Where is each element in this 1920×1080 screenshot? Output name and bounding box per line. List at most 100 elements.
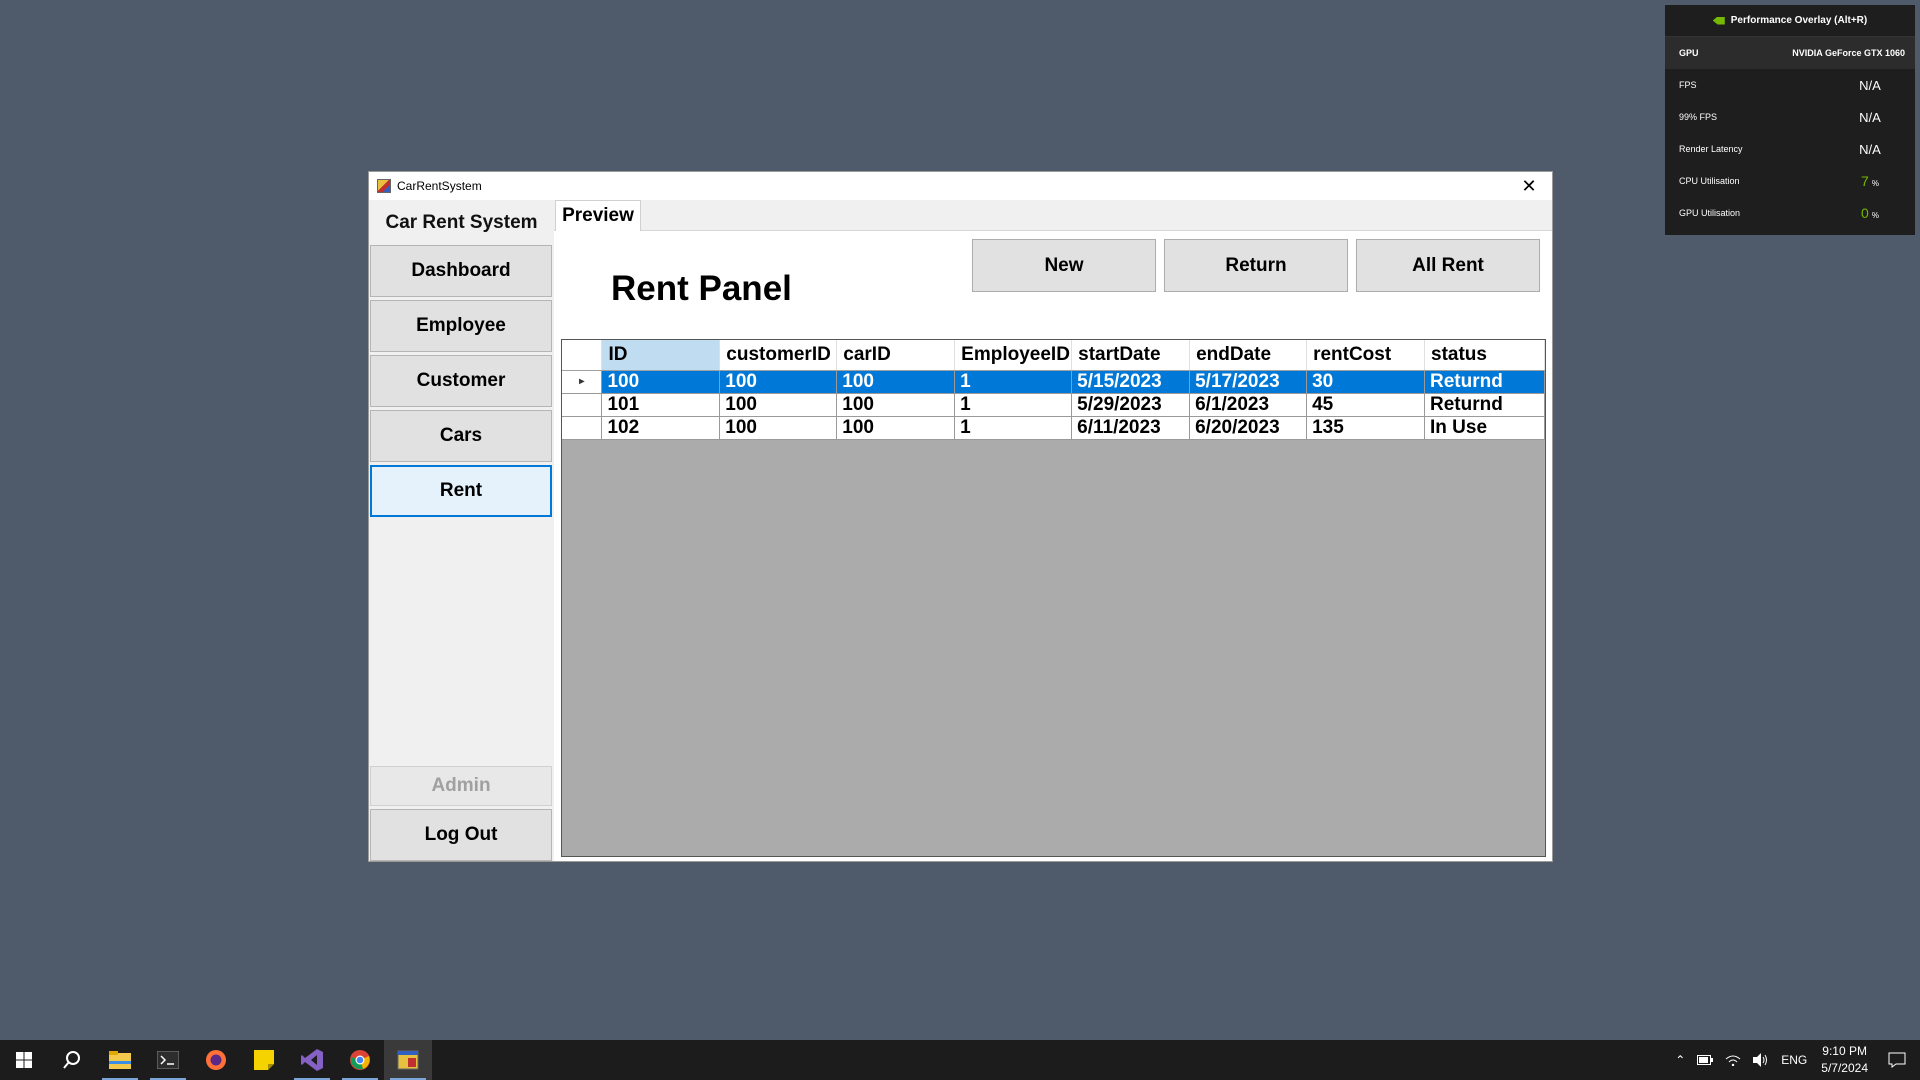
cell-startdate[interactable]: 6/11/2023: [1071, 416, 1191, 440]
window-title: CarRentSystem: [397, 179, 482, 193]
cell-rentcost[interactable]: 45: [1306, 393, 1425, 417]
cell-employeeid[interactable]: 1: [954, 393, 1073, 417]
sidebar: Car Rent System Dashboard Employee Custo…: [369, 200, 554, 861]
cell-carid[interactable]: 100: [836, 393, 956, 417]
cell-carid[interactable]: 100: [836, 370, 956, 394]
taskbar: ⌃ ENG 9:10 PM 5/7/2024: [0, 1040, 1920, 1080]
taskbar-sticky-notes[interactable]: [240, 1040, 288, 1080]
cell-employeeid[interactable]: 1: [954, 416, 1073, 440]
taskbar-chrome[interactable]: [336, 1040, 384, 1080]
cell-id[interactable]: 100: [601, 370, 721, 394]
column-header-enddate[interactable]: endDate: [1189, 340, 1308, 371]
rent-data-grid[interactable]: ID customerID carID EmployeeID startDate…: [561, 339, 1546, 857]
cell-rentcost[interactable]: 135: [1306, 416, 1425, 440]
overlay-row-gpu-util: GPU Utilisation 0%: [1665, 197, 1915, 229]
column-header-status[interactable]: status: [1424, 340, 1545, 371]
clock[interactable]: 9:10 PM 5/7/2024: [1821, 1043, 1868, 1077]
cell-employeeid[interactable]: 1: [954, 370, 1073, 394]
sidebar-item-cars[interactable]: Cars: [370, 410, 552, 462]
taskbar-terminal[interactable]: [144, 1040, 192, 1080]
cell-enddate[interactable]: 6/1/2023: [1189, 393, 1308, 417]
start-button[interactable]: [0, 1040, 48, 1080]
overlay-unit: %: [1871, 211, 1879, 220]
column-header-rentcost[interactable]: rentCost: [1306, 340, 1425, 371]
overlay-header: Performance Overlay (Alt+R): [1665, 5, 1915, 37]
volume-icon[interactable]: [1753, 1053, 1769, 1067]
table-row[interactable]: 102 100 100 1 6/11/2023 6/20/2023 135 In…: [562, 416, 1545, 440]
overlay-row-fps: FPS N/A: [1665, 69, 1915, 101]
overlay-label: Render Latency: [1679, 144, 1743, 154]
column-header-carid[interactable]: carID: [836, 340, 956, 371]
sticky-notes-icon: [254, 1050, 274, 1070]
cell-customerid[interactable]: 100: [719, 370, 838, 394]
row-header[interactable]: [562, 393, 603, 417]
app-window-icon: [397, 1050, 419, 1070]
cell-status[interactable]: Returnd: [1424, 370, 1545, 394]
app-window: CarRentSystem ✕ Car Rent System Dashboar…: [368, 171, 1553, 862]
close-icon[interactable]: ✕: [1506, 172, 1552, 200]
folder-icon: [109, 1051, 131, 1069]
taskbar-firefox[interactable]: [192, 1040, 240, 1080]
table-row[interactable]: 101 100 100 1 5/29/2023 6/1/2023 45 Retu…: [562, 393, 1545, 417]
all-rent-button[interactable]: All Rent: [1356, 239, 1540, 292]
overlay-label: GPU: [1679, 48, 1699, 58]
overlay-number: 7: [1861, 173, 1869, 189]
firefox-icon: [206, 1050, 226, 1070]
cell-id[interactable]: 101: [601, 393, 721, 417]
row-header[interactable]: [562, 416, 603, 440]
new-button[interactable]: New: [972, 239, 1156, 292]
logout-button[interactable]: Log Out: [370, 809, 552, 861]
overlay-label: CPU Utilisation: [1679, 176, 1740, 186]
cell-customerid[interactable]: 100: [719, 393, 838, 417]
cell-startdate[interactable]: 5/29/2023: [1071, 393, 1191, 417]
cell-status[interactable]: In Use: [1424, 416, 1545, 440]
sidebar-item-dashboard[interactable]: Dashboard: [370, 245, 552, 297]
column-header-employeeid[interactable]: EmployeeID: [954, 340, 1073, 371]
table-row[interactable]: ▸ 100 100 100 1 5/15/2023 5/17/2023 30 R…: [562, 370, 1545, 394]
taskbar-visual-studio[interactable]: [288, 1040, 336, 1080]
cell-startdate[interactable]: 5/15/2023: [1071, 370, 1191, 394]
clock-time: 9:10 PM: [1822, 1044, 1867, 1058]
cell-enddate[interactable]: 5/17/2023: [1189, 370, 1308, 394]
overlay-value: N/A: [1859, 109, 1881, 125]
search-button[interactable]: [48, 1040, 96, 1080]
tab-preview[interactable]: Preview: [555, 200, 641, 231]
system-tray: ⌃ ENG 9:10 PM 5/7/2024: [1669, 1040, 1920, 1080]
performance-overlay: Performance Overlay (Alt+R) GPU NVIDIA G…: [1665, 5, 1915, 235]
cell-status[interactable]: Returnd: [1424, 393, 1545, 417]
taskbar-carrentsystem[interactable]: [384, 1040, 432, 1080]
overlay-row-latency: Render Latency N/A: [1665, 133, 1915, 165]
sidebar-item-employee[interactable]: Employee: [370, 300, 552, 352]
overlay-row-99fps: 99% FPS N/A: [1665, 101, 1915, 133]
page-title: Rent Panel: [611, 269, 792, 308]
column-header-startdate[interactable]: startDate: [1071, 340, 1191, 371]
column-header-id[interactable]: ID: [601, 340, 721, 371]
sidebar-item-rent[interactable]: Rent: [370, 465, 552, 517]
overlay-value: 7%: [1835, 173, 1905, 189]
cell-customerid[interactable]: 100: [719, 416, 838, 440]
chevron-up-icon[interactable]: ⌃: [1675, 1053, 1685, 1067]
overlay-row-gpu: GPU NVIDIA GeForce GTX 1060: [1665, 37, 1915, 69]
language-indicator[interactable]: ENG: [1781, 1053, 1807, 1067]
app-icon: [377, 179, 391, 193]
overlay-value: 0%: [1835, 205, 1905, 221]
wifi-icon[interactable]: [1725, 1054, 1741, 1066]
row-header-corner[interactable]: [562, 340, 603, 371]
cell-carid[interactable]: 100: [836, 416, 956, 440]
overlay-value: N/A: [1859, 141, 1881, 157]
taskbar-file-explorer[interactable]: [96, 1040, 144, 1080]
return-button[interactable]: Return: [1164, 239, 1348, 292]
terminal-icon: [157, 1051, 179, 1069]
row-indicator-icon[interactable]: ▸: [562, 370, 603, 394]
sidebar-item-customer[interactable]: Customer: [370, 355, 552, 407]
battery-icon[interactable]: [1697, 1055, 1714, 1065]
title-bar[interactable]: CarRentSystem ✕: [369, 172, 1552, 200]
cell-enddate[interactable]: 6/20/2023: [1189, 416, 1308, 440]
notification-icon[interactable]: [1888, 1052, 1906, 1068]
column-header-customerid[interactable]: customerID: [719, 340, 838, 371]
tab-strip: Preview: [554, 200, 1552, 231]
cell-rentcost[interactable]: 30: [1306, 370, 1425, 394]
overlay-label: FPS: [1679, 80, 1697, 90]
visual-studio-icon: [301, 1049, 323, 1071]
cell-id[interactable]: 102: [601, 416, 721, 440]
